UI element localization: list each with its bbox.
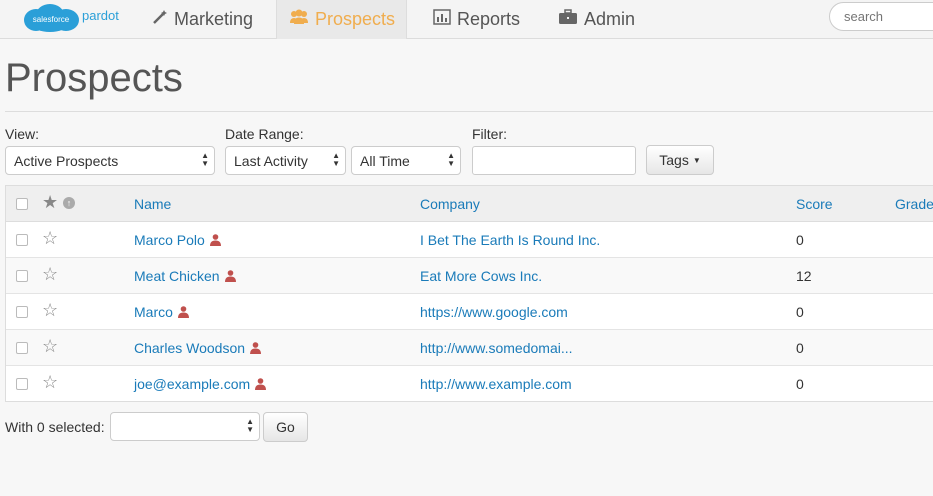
- prospect-name-cell: Meat Chicken: [134, 268, 236, 284]
- column-company[interactable]: Company: [420, 196, 480, 212]
- column-grade[interactable]: Grade: [895, 196, 933, 212]
- column-score[interactable]: Score: [796, 196, 833, 212]
- date-period-value: All Time: [360, 153, 410, 169]
- view-select-value: Active Prospects: [14, 153, 119, 169]
- prospect-name-cell: Charles Woodson: [134, 340, 262, 356]
- svg-text:salesforce: salesforce: [33, 15, 70, 24]
- row-checkbox[interactable]: [16, 342, 28, 354]
- nav-reports-label: Reports: [457, 9, 521, 29]
- bar-chart-icon: [433, 9, 451, 30]
- company-link[interactable]: Eat More Cows Inc.: [420, 268, 542, 284]
- table-row: ☆ Marco https://www.google.com 0: [6, 294, 933, 330]
- prospect-name-link[interactable]: Meat Chicken: [134, 268, 220, 284]
- star-outline-icon[interactable]: ☆: [42, 300, 58, 321]
- salesforce-pardot-logo[interactable]: salesforce pardot: [22, 3, 122, 33]
- date-range-label: Date Range:: [225, 126, 304, 142]
- select-arrows-icon: ▲ ▼: [201, 151, 209, 168]
- prospect-name-link[interactable]: Marco: [134, 304, 173, 320]
- select-arrows-icon: ▲ ▼: [246, 417, 254, 434]
- company-link[interactable]: http://www.example.com: [420, 376, 572, 392]
- prospect-name-cell: Marco: [134, 304, 189, 320]
- star-outline-icon[interactable]: ☆: [42, 228, 58, 249]
- person-icon: [250, 342, 262, 354]
- briefcase-icon: [558, 9, 578, 30]
- nav-prospects[interactable]: Prospects: [276, 0, 407, 39]
- arrow-up-circle-icon[interactable]: ↑: [63, 197, 75, 209]
- person-icon: [177, 306, 189, 318]
- nav-marketing[interactable]: Marketing: [140, 0, 265, 39]
- star-icon[interactable]: ★: [42, 192, 58, 213]
- view-select[interactable]: Active Prospects ▲ ▼: [5, 146, 215, 175]
- magic-wand-icon: [152, 9, 168, 30]
- column-name[interactable]: Name: [134, 196, 171, 212]
- prospect-name-link[interactable]: Marco Polo: [134, 232, 205, 248]
- prospect-name-link[interactable]: joe@example.com: [134, 376, 250, 392]
- tags-button-label: Tags: [659, 152, 689, 168]
- prospect-name-cell: joe@example.com: [134, 376, 267, 392]
- page-title: Prospects: [5, 56, 183, 100]
- prospect-name-link[interactable]: Charles Woodson: [134, 340, 245, 356]
- row-checkbox[interactable]: [16, 234, 28, 246]
- tags-dropdown-button[interactable]: Tags ▼: [646, 145, 714, 175]
- bulk-selected-label: With 0 selected:: [5, 419, 105, 435]
- table-row: ☆ Charles Woodson http://www.somedomai..…: [6, 330, 933, 366]
- person-icon: [255, 378, 267, 390]
- date-period-select[interactable]: All Time ▲ ▼: [351, 146, 461, 175]
- bulk-action-select[interactable]: ▲ ▼: [110, 412, 260, 441]
- person-icon: [209, 234, 221, 246]
- filter-label: Filter:: [472, 126, 507, 142]
- nav-admin[interactable]: Admin: [546, 0, 647, 39]
- go-button-label: Go: [276, 419, 295, 435]
- company-link[interactable]: https://www.google.com: [420, 304, 568, 320]
- nav-reports[interactable]: Reports: [421, 0, 532, 39]
- score-cell: 0: [796, 232, 804, 248]
- score-cell: 0: [796, 376, 804, 392]
- nav-prospects-label: Prospects: [315, 9, 396, 29]
- nav-marketing-label: Marketing: [174, 9, 254, 29]
- users-icon: [289, 9, 309, 30]
- date-field-value: Last Activity: [234, 153, 308, 169]
- select-arrows-icon: ▲ ▼: [332, 151, 340, 168]
- search-input[interactable]: [829, 2, 933, 31]
- select-arrows-icon: ▲ ▼: [447, 151, 455, 168]
- prospect-name-cell: Marco Polo: [134, 232, 221, 248]
- caret-down-icon: ▼: [692, 155, 701, 165]
- star-outline-icon[interactable]: ☆: [42, 264, 58, 285]
- table-row: ☆ Marco Polo I Bet The Earth Is Round In…: [6, 222, 933, 258]
- score-cell: 0: [796, 340, 804, 356]
- company-link[interactable]: http://www.somedomai...: [420, 340, 573, 356]
- table-row: ☆ Meat Chicken Eat More Cows Inc. 12: [6, 258, 933, 294]
- go-button[interactable]: Go: [263, 412, 308, 442]
- salesforce-cloud-icon: salesforce: [24, 4, 79, 32]
- person-icon: [224, 270, 236, 282]
- star-outline-icon[interactable]: ☆: [42, 336, 58, 357]
- nav-admin-label: Admin: [584, 9, 636, 29]
- view-label: View:: [5, 126, 39, 142]
- star-outline-icon[interactable]: ☆: [42, 372, 58, 393]
- select-all-checkbox[interactable]: [16, 198, 28, 210]
- row-checkbox[interactable]: [16, 270, 28, 282]
- score-cell: 12: [796, 268, 812, 284]
- pardot-wordmark: pardot: [82, 8, 119, 23]
- table-row: ☆ joe@example.com http://www.example.com…: [6, 366, 933, 402]
- prospects-table: ★ ↑ Name Company Score Grade ☆ Marco Pol…: [5, 185, 933, 402]
- company-link[interactable]: I Bet The Earth Is Round Inc.: [420, 232, 600, 248]
- row-checkbox[interactable]: [16, 378, 28, 390]
- top-navbar: salesforce pardot Marketing Prospects Re…: [0, 0, 933, 39]
- score-cell: 0: [796, 304, 804, 320]
- date-field-select[interactable]: Last Activity ▲ ▼: [225, 146, 346, 175]
- title-divider: [5, 111, 933, 112]
- row-checkbox[interactable]: [16, 306, 28, 318]
- filter-input[interactable]: [472, 146, 636, 175]
- table-header: ★ ↑ Name Company Score Grade: [6, 186, 933, 222]
